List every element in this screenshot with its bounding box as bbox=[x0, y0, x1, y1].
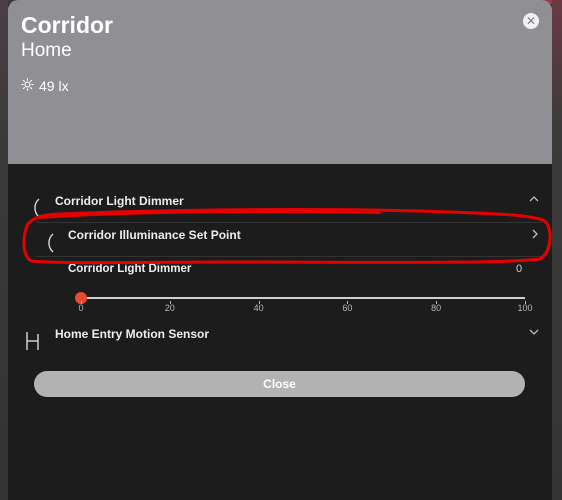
backdrop-right bbox=[552, 0, 562, 500]
slider-tick-label: 60 bbox=[342, 303, 353, 313]
dimmer-entity-icon bbox=[34, 198, 40, 218]
close-button[interactable]: Close bbox=[34, 371, 525, 397]
dimmer-value: 0 bbox=[516, 263, 523, 275]
slider-track[interactable] bbox=[81, 297, 525, 299]
motion-sensor-icon bbox=[26, 332, 39, 350]
dialog-header: Corridor Home 49 lx ✕ bbox=[8, 0, 552, 164]
dimmer-label: Corridor Light Dimmer bbox=[68, 263, 192, 275]
illuminance-value: 49 lx bbox=[39, 78, 69, 94]
setpoint-title[interactable]: Corridor Illuminance Set Point bbox=[68, 228, 241, 242]
motion-sensor-title[interactable]: Home Entry Motion Sensor bbox=[55, 327, 209, 341]
close-icon[interactable]: ✕ bbox=[523, 13, 539, 29]
divider bbox=[36, 222, 542, 223]
divider bbox=[36, 256, 542, 257]
chevron-down-icon[interactable] bbox=[528, 327, 540, 337]
room-dialog: Corridor Home 49 lx ✕ Corridor Light Dim… bbox=[8, 0, 552, 500]
group-title[interactable]: Corridor Light Dimmer bbox=[55, 194, 184, 208]
room-title: Corridor bbox=[21, 12, 113, 38]
chevron-right-icon[interactable] bbox=[530, 229, 540, 239]
slider-tick-label: 80 bbox=[431, 303, 442, 313]
setpoint-entity-icon bbox=[48, 233, 54, 253]
slider-tick-label: 20 bbox=[164, 303, 175, 313]
illuminance-readout: 49 lx bbox=[21, 78, 69, 94]
backdrop-left bbox=[0, 0, 8, 500]
slider-tick-label: 40 bbox=[253, 303, 264, 313]
slider-tick-label: 100 bbox=[517, 303, 533, 313]
room-subtitle: Home bbox=[21, 40, 72, 61]
chevron-up-icon[interactable] bbox=[528, 194, 540, 204]
slider-tick-label: 0 bbox=[78, 303, 84, 313]
sun-icon bbox=[21, 78, 34, 94]
